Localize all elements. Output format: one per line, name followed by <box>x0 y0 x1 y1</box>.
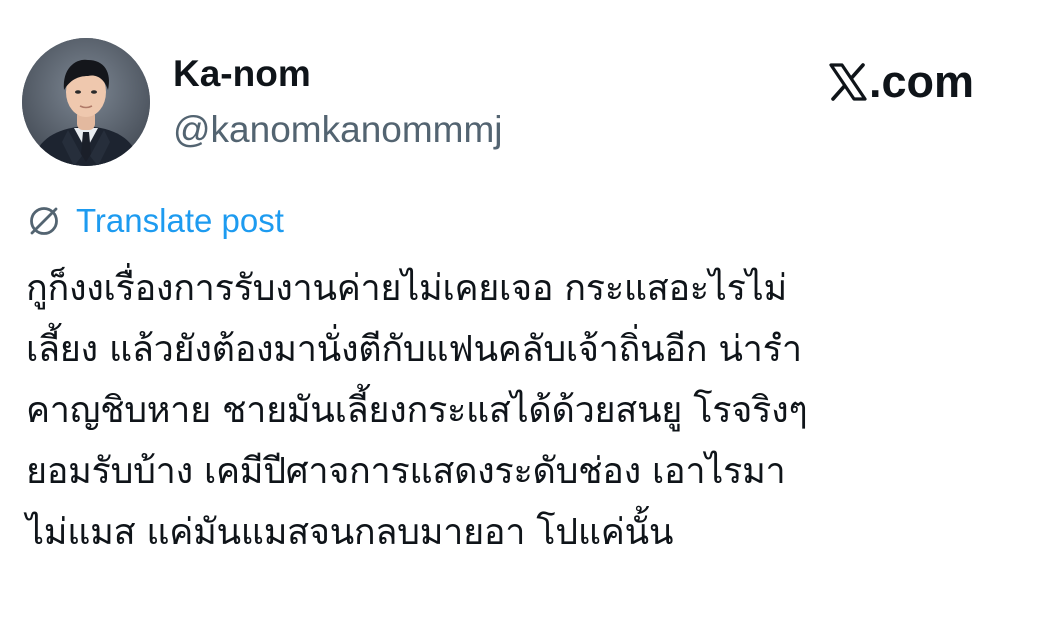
avatar[interactable] <box>22 38 150 166</box>
post-text-line: คาญชิบหาย ชายมันเลี้ยงกระแสได้ด้วยสนยู โ… <box>26 390 808 431</box>
x-logo-icon <box>829 63 867 101</box>
post-text-line: เลี้ยง แล้วยังต้องมานั่งตีกับแฟนคลับเจ้า… <box>26 329 802 370</box>
x-com-brand: .com <box>828 56 974 108</box>
post-text-line: กูก็งงเรื่องการรับงานค่ายไม่เคยเจอ กระแส… <box>26 268 787 309</box>
author-handle[interactable]: @kanomkanommmj <box>173 108 503 152</box>
author-display-name[interactable]: Ka-nom <box>173 52 311 96</box>
post-text-line: ยอมรับบ้าง เคมีปีศาจการแสดงระดับช่อง เอา… <box>26 451 786 492</box>
globe-icon <box>30 207 58 235</box>
avatar-photo <box>22 38 150 166</box>
brand-domain: .com <box>869 56 975 107</box>
translate-post-button[interactable]: Translate post <box>26 196 284 246</box>
translate-post-link[interactable]: Translate post <box>76 201 284 241</box>
post-text: กูก็งงเรื่องการรับงานค่ายไม่เคยเจอ กระแส… <box>26 258 1016 563</box>
post-text-line: ไม่แมส แค่มันแมสจนกลบมายอา โปแค่นั้น <box>26 512 674 553</box>
